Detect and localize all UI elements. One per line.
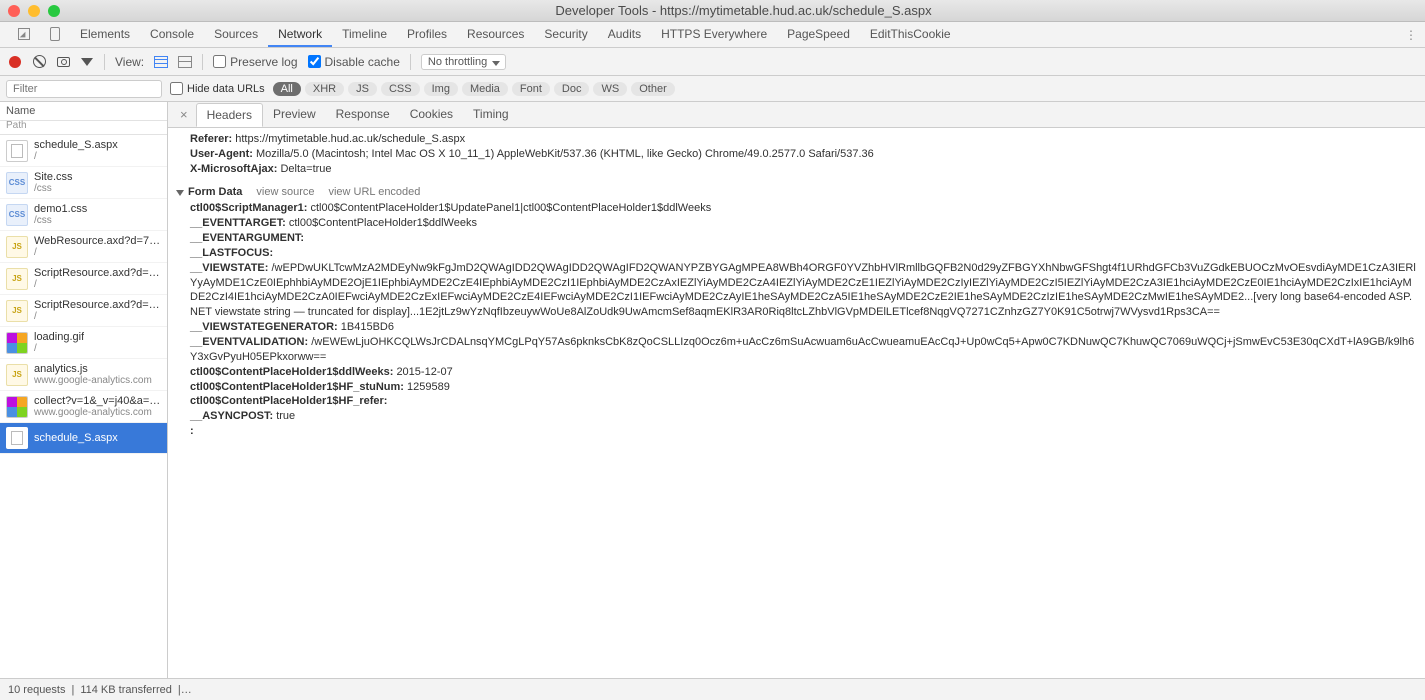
filter-type-ws[interactable]: WS — [593, 82, 627, 96]
network-toolbar: View: Preserve log Disable cache No thro… — [0, 48, 1425, 76]
detail-tab-preview[interactable]: Preview — [263, 103, 326, 126]
css-file-icon: CSS — [6, 172, 28, 194]
request-row[interactable]: JSScriptResource.axd?d=WgcwM…/ — [0, 295, 167, 327]
request-row[interactable]: JSWebResource.axd?d=7FEheizO3…/ — [0, 231, 167, 263]
tab-profiles[interactable]: Profiles — [397, 22, 457, 47]
panel-tabs: ElementsConsoleSourcesNetworkTimelinePro… — [0, 22, 1425, 48]
detail-tab-timing[interactable]: Timing — [463, 103, 519, 126]
detail-tab-cookies[interactable]: Cookies — [400, 103, 463, 126]
preserve-log-checkbox[interactable]: Preserve log — [213, 55, 297, 69]
headers-content: Referer: https://mytimetable.hud.ac.uk/s… — [168, 128, 1425, 678]
request-row[interactable]: JSScriptResource.axd?d=8QkSMG…/ — [0, 263, 167, 295]
view-label: View: — [115, 55, 144, 69]
view-url-encoded-link[interactable]: view URL encoded — [328, 185, 420, 200]
status-bar: 10 requests | 114 KB transferred |… — [0, 678, 1425, 700]
request-count: 10 requests — [8, 684, 65, 696]
hide-data-urls-checkbox[interactable]: Hide data URLs — [170, 82, 265, 95]
capture-screenshots-button[interactable] — [56, 55, 70, 69]
tab-editthiscookie[interactable]: EditThisCookie — [860, 22, 961, 47]
tab-sources[interactable]: Sources — [204, 22, 268, 47]
tab-audits[interactable]: Audits — [598, 22, 651, 47]
device-mode-icon[interactable] — [40, 22, 70, 47]
view-large-icon[interactable] — [154, 56, 168, 68]
window-minimize-button[interactable] — [28, 5, 40, 17]
disable-cache-checkbox[interactable]: Disable cache — [308, 55, 400, 69]
detail-tab-headers[interactable]: Headers — [196, 103, 263, 127]
js-file-icon: JS — [6, 268, 28, 290]
request-row[interactable]: loading.gif/ — [0, 327, 167, 359]
filter-type-img[interactable]: Img — [424, 82, 458, 96]
window-zoom-button[interactable] — [48, 5, 60, 17]
viewstate-value: /wEPDwUKLTcwMzA2MDEyNw9kFgJmD2QWAgIDD2QW… — [190, 262, 1416, 319]
request-row[interactable]: collect?v=1&_v=j40&a=182957…www.google-a… — [0, 391, 167, 423]
detail-tab-response[interactable]: Response — [326, 103, 400, 126]
clear-button[interactable] — [32, 55, 46, 69]
request-row[interactable]: CSSSite.css/css — [0, 167, 167, 199]
filter-type-media[interactable]: Media — [462, 82, 508, 96]
js-file-icon: JS — [6, 236, 28, 258]
filter-type-js[interactable]: JS — [348, 82, 377, 96]
overflow-menu-icon[interactable]: ⋮ — [1397, 22, 1425, 47]
filter-type-xhr[interactable]: XHR — [305, 82, 344, 96]
transferred-size: 114 KB transferred — [80, 684, 172, 696]
filter-input[interactable] — [6, 80, 162, 98]
img-file-icon — [6, 396, 28, 418]
img-file-icon — [6, 332, 28, 354]
filter-type-font[interactable]: Font — [512, 82, 550, 96]
record-button[interactable] — [8, 55, 22, 69]
request-row[interactable]: CSSdemo1.css/css — [0, 199, 167, 231]
js-file-icon: JS — [6, 300, 28, 322]
throttling-select[interactable]: No throttling — [421, 54, 506, 70]
tab-https-everywhere[interactable]: HTTPS Everywhere — [651, 22, 777, 47]
request-row[interactable]: schedule_S.aspx/ — [0, 135, 167, 167]
filter-type-css[interactable]: CSS — [381, 82, 420, 96]
window-titlebar: Developer Tools - https://mytimetable.hu… — [0, 0, 1425, 22]
request-detail: × HeadersPreviewResponseCookiesTiming Re… — [168, 102, 1425, 678]
js-file-icon: JS — [6, 364, 28, 386]
inspect-icon[interactable] — [8, 22, 40, 47]
tab-resources[interactable]: Resources — [457, 22, 534, 47]
column-path: Path — [0, 117, 33, 134]
window-title: Developer Tools - https://mytimetable.hu… — [70, 3, 1417, 18]
network-filter-bar: Hide data URLs All XHR JS CSS Img Media Font Do… — [0, 76, 1425, 102]
request-list: Name Path schedule_S.aspx/CSSSite.css/cs… — [0, 102, 168, 678]
form-data-section[interactable]: Form Data — [188, 186, 242, 198]
css-file-icon: CSS — [6, 204, 28, 226]
tab-security[interactable]: Security — [534, 22, 597, 47]
filter-type-other[interactable]: Other — [631, 82, 675, 96]
view-small-icon[interactable] — [178, 56, 192, 68]
tab-elements[interactable]: Elements — [70, 22, 140, 47]
tab-console[interactable]: Console — [140, 22, 204, 47]
tab-network[interactable]: Network — [268, 22, 332, 47]
filter-toggle-button[interactable] — [80, 55, 94, 69]
doc-file-icon — [6, 427, 28, 449]
doc-file-icon — [6, 140, 28, 162]
request-row[interactable]: JSanalytics.jswww.google-analytics.com — [0, 359, 167, 391]
close-detail-button[interactable]: × — [174, 107, 194, 122]
request-row[interactable]: schedule_S.aspx — [0, 423, 167, 454]
window-close-button[interactable] — [8, 5, 20, 17]
view-source-link[interactable]: view source — [256, 185, 314, 200]
filter-type-doc[interactable]: Doc — [554, 82, 590, 96]
filter-type-all[interactable]: All — [273, 82, 301, 96]
tab-pagespeed[interactable]: PageSpeed — [777, 22, 860, 47]
tab-timeline[interactable]: Timeline — [332, 22, 397, 47]
